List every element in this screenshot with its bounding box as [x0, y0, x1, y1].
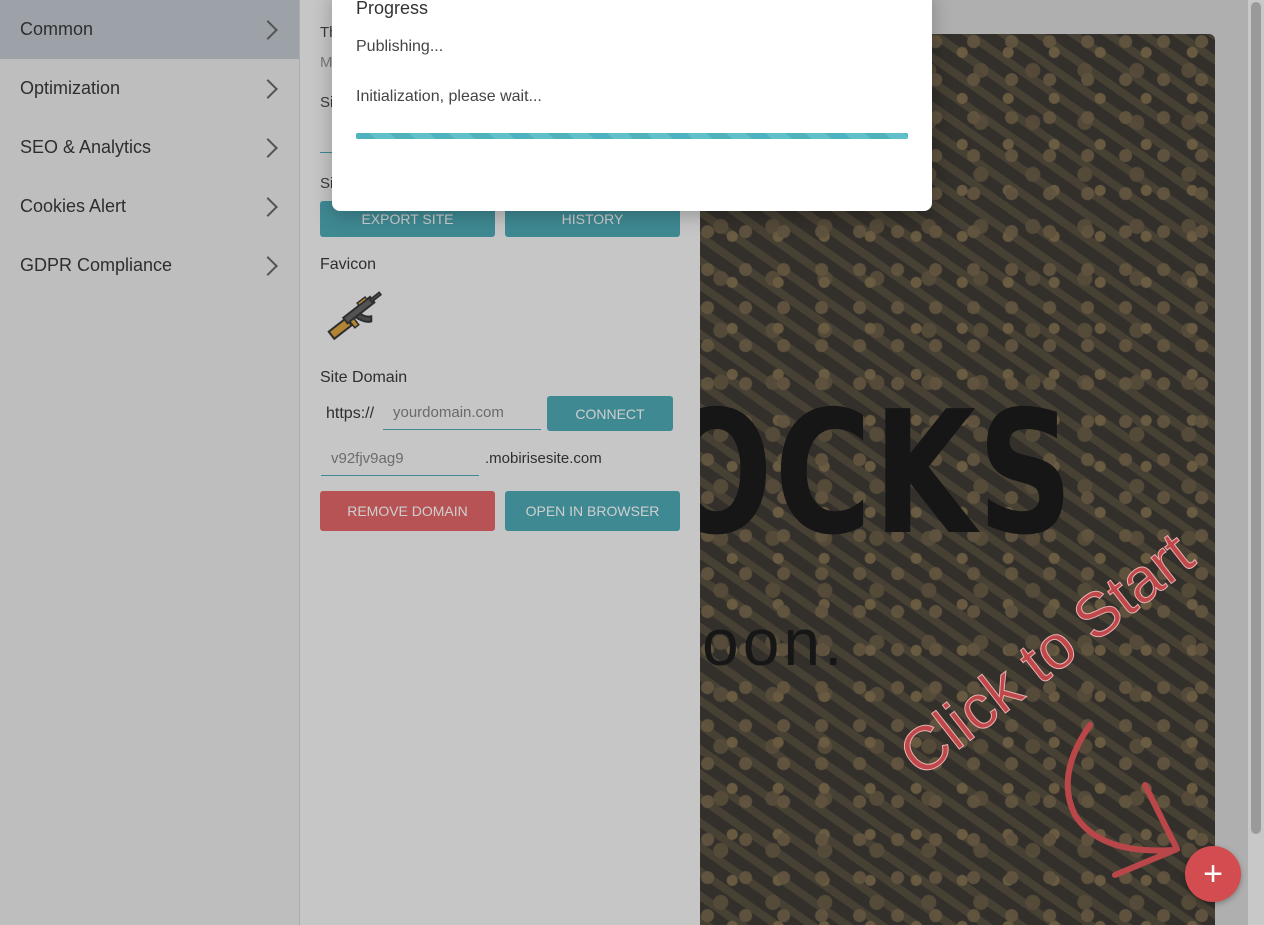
progress-detail: Initialization, please wait...	[356, 88, 542, 105]
page-scrollbar[interactable]	[1248, 0, 1264, 925]
plus-icon: +	[1203, 854, 1223, 893]
progress-bar	[356, 133, 908, 139]
scrollbar-thumb[interactable]	[1251, 2, 1261, 834]
curved-arrow-icon	[1064, 722, 1180, 878]
progress-dialog: Progress Publishing... Initialization, p…	[332, 0, 932, 211]
dialog-title: Progress	[356, 0, 429, 18]
publishing-status: Publishing...	[356, 38, 444, 55]
progress-bar-fill	[356, 133, 908, 139]
add-block-button[interactable]: +	[1185, 846, 1241, 902]
